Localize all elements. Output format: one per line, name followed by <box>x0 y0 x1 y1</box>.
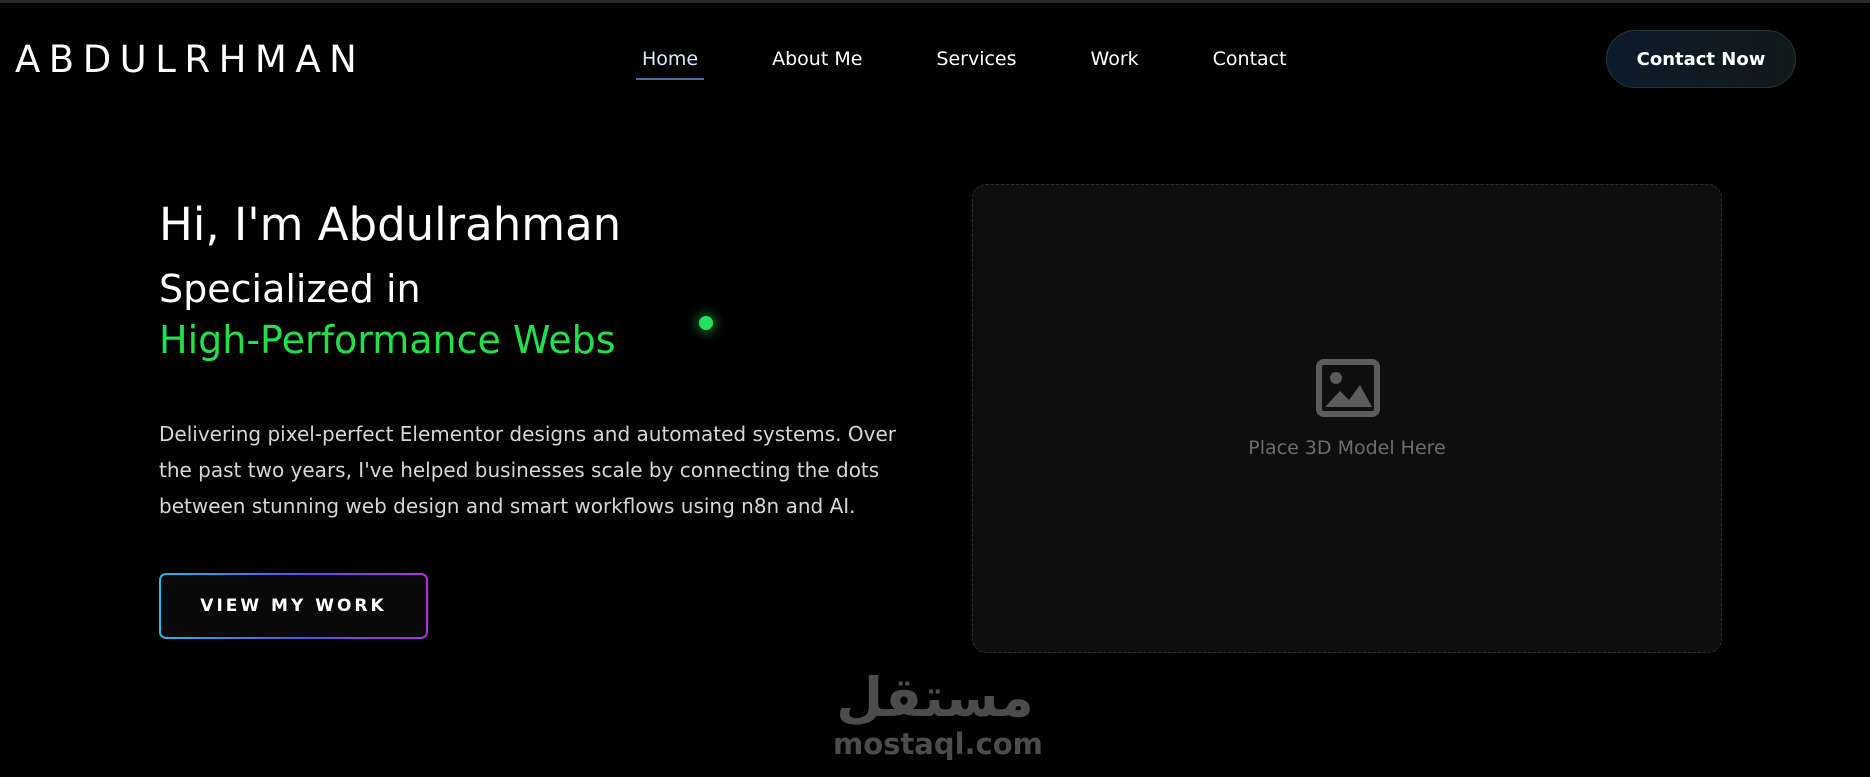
mostaql-watermark: mostaql.com <box>833 727 1043 761</box>
status-dot <box>699 316 713 330</box>
placeholder-label: Place 3D Model Here <box>1248 437 1446 459</box>
hero-description: Delivering pixel-perfect Elementor desig… <box>159 422 897 518</box>
nav-item-about-me[interactable]: About Me <box>766 46 868 80</box>
model-placeholder: Place 3D Model Here <box>972 184 1722 653</box>
view-my-work-button[interactable]: VIEW MY WORK <box>159 573 428 639</box>
nav-item-contact[interactable]: Contact <box>1207 46 1293 80</box>
view-my-work-label: VIEW MY WORK <box>161 575 426 637</box>
hero-title: Hi, I'm Abdulrahman <box>159 198 622 251</box>
nav-item-home[interactable]: Home <box>636 46 705 80</box>
mostaql-arabic-text: مستقل <box>836 666 1034 728</box>
nav-item-services[interactable]: Services <box>930 46 1022 80</box>
nav-item-work[interactable]: Work <box>1085 46 1145 80</box>
main-nav: Home About Me Services Work Contact <box>636 46 1293 80</box>
hero-subtitle: Specialized in <box>159 267 421 311</box>
hero-highlight: High-Performance Webs <box>159 318 616 362</box>
site-logo[interactable]: ABDULRHMAN <box>15 38 365 81</box>
contact-now-button[interactable]: Contact Now <box>1606 30 1796 88</box>
top-divider <box>0 0 1870 3</box>
page: ABDULRHMAN Home About Me Services Work C… <box>0 0 1870 777</box>
image-icon <box>1316 359 1380 417</box>
mostaql-logo: مستقل <box>836 666 1034 728</box>
